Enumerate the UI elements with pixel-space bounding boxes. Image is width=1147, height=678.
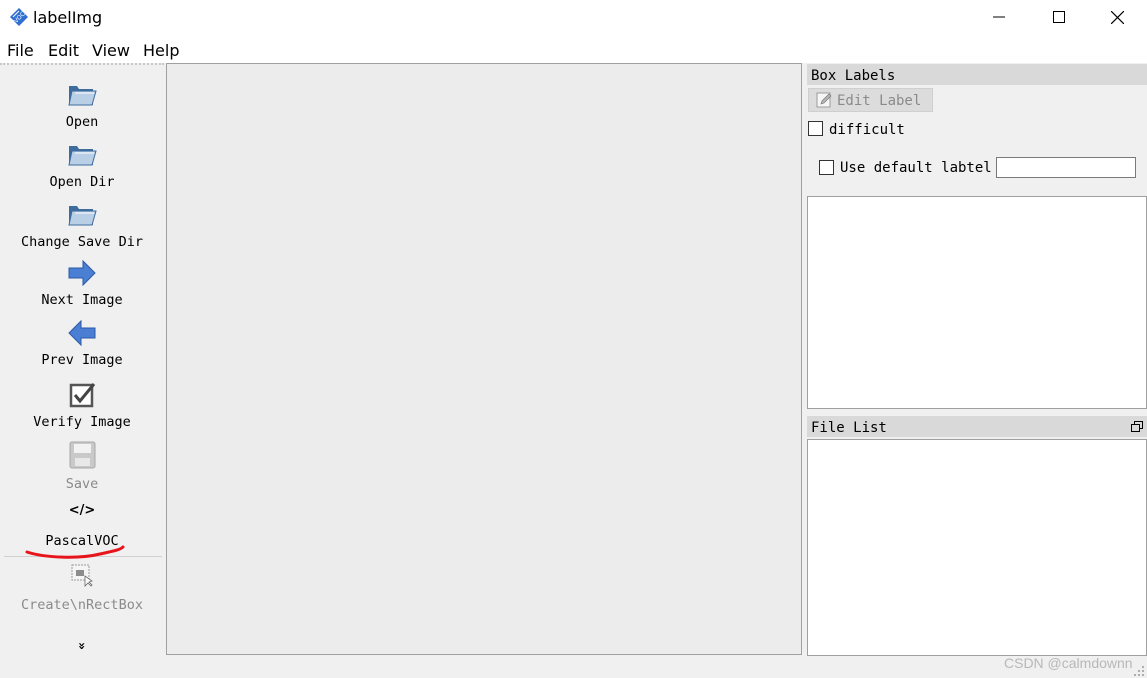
- open-label: Open: [65, 114, 99, 130]
- floppy-disk-icon: [69, 441, 96, 469]
- menu-edit[interactable]: Edit: [48, 41, 79, 60]
- menu-view[interactable]: View: [92, 41, 130, 60]
- open-button[interactable]: Open: [0, 77, 164, 133]
- open-dir-button[interactable]: Open Dir: [0, 137, 164, 193]
- edit-pencil-icon: [816, 92, 832, 108]
- folder-open-icon: [68, 146, 97, 166]
- create-rect-box-label: Create\nRectBox: [21, 597, 143, 613]
- create-rect-box-button[interactable]: Create\nRectBox: [0, 563, 164, 619]
- file-list-dock-title: File List: [807, 416, 1147, 437]
- voc-tag-icon: VOC: [10, 8, 28, 26]
- arrow-left-icon: [68, 319, 96, 347]
- maximize-button[interactable]: [1030, 0, 1088, 34]
- prev-image-button[interactable]: Prev Image: [0, 317, 164, 373]
- maximize-icon: [1053, 11, 1065, 23]
- code-icon: </>: [68, 503, 96, 518]
- minimize-icon: [993, 16, 1005, 18]
- use-default-label-label: Use default labtel: [840, 160, 992, 176]
- dock-float-icon[interactable]: [1131, 421, 1143, 433]
- close-icon: [1110, 10, 1124, 24]
- toolbar: Open Open Dir Change Save Dir Next Image…: [0, 63, 164, 655]
- edit-label-button[interactable]: Edit Label: [808, 88, 933, 112]
- image-canvas[interactable]: [166, 63, 802, 655]
- resize-grip-icon[interactable]: [1133, 665, 1145, 677]
- box-labels-dock-title: Box Labels: [807, 64, 1147, 85]
- menu-bar: File Edit View Help: [0, 36, 1147, 63]
- red-underline-annotation: [25, 545, 125, 559]
- verify-image-label: Verify Image: [33, 414, 131, 430]
- window-title: labelImg: [33, 8, 103, 27]
- save-label: Save: [65, 476, 99, 492]
- toolbar-extension-button[interactable]: »: [0, 642, 164, 657]
- prev-image-label: Prev Image: [41, 352, 123, 368]
- use-default-label-checkbox[interactable]: [819, 160, 834, 175]
- verify-image-button[interactable]: Verify Image: [0, 379, 164, 435]
- save-button[interactable]: Save: [0, 439, 164, 495]
- next-image-button[interactable]: Next Image: [0, 257, 164, 313]
- change-save-dir-button[interactable]: Change Save Dir: [0, 197, 164, 253]
- change-save-dir-label: Change Save Dir: [21, 234, 143, 250]
- next-image-label: Next Image: [41, 292, 123, 308]
- default-label-input[interactable]: [996, 157, 1136, 178]
- watermark: CSDN @calmdownn: [1004, 655, 1133, 671]
- checkbox-checked-icon: [69, 383, 96, 408]
- edit-label-text: Edit Label: [837, 93, 922, 109]
- minimize-button[interactable]: [970, 0, 1028, 34]
- folder-open-icon: [68, 86, 97, 106]
- label-list[interactable]: [807, 196, 1147, 409]
- difficult-checkbox[interactable]: [808, 121, 823, 136]
- arrow-right-icon: [68, 259, 96, 287]
- status-bar: [0, 656, 1147, 678]
- folder-open-icon: [68, 206, 97, 226]
- file-list[interactable]: [807, 439, 1147, 656]
- difficult-label: difficult: [829, 122, 905, 138]
- open-dir-label: Open Dir: [49, 174, 115, 190]
- menu-help[interactable]: Help: [143, 41, 179, 60]
- draw-box-icon: [71, 564, 93, 587]
- close-button[interactable]: [1088, 0, 1146, 34]
- chevron-double-down-icon: »: [75, 642, 89, 650]
- menu-file[interactable]: File: [7, 41, 34, 60]
- title-bar: VOC labelImg: [0, 0, 1147, 36]
